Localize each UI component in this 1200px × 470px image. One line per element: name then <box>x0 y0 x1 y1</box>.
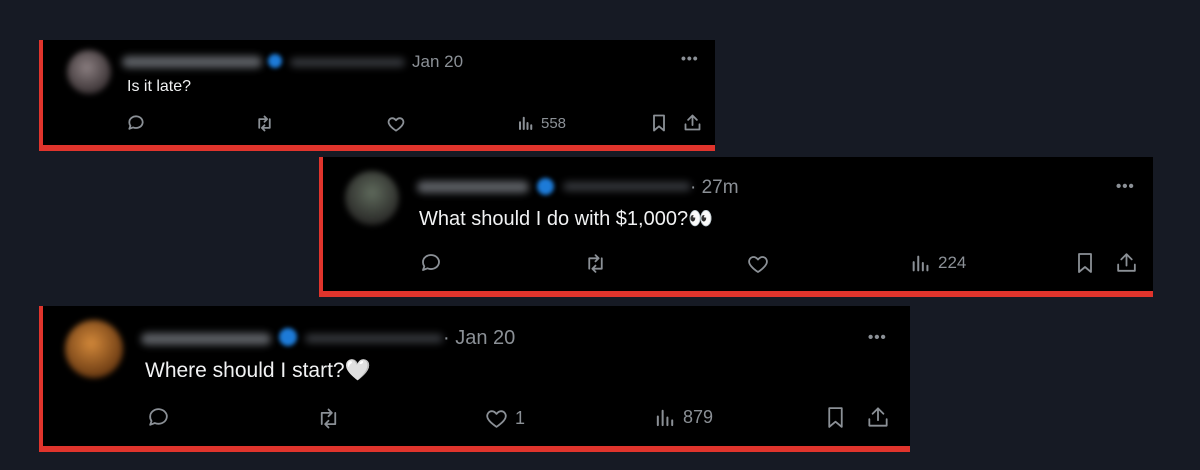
author-handle[interactable] <box>305 334 443 343</box>
share-icon <box>1114 250 1139 275</box>
more-icon[interactable]: ••• <box>681 50 699 66</box>
reply-icon <box>146 405 171 430</box>
tweet-text: Where should I start?🤍 <box>145 359 371 382</box>
like-icon <box>484 406 509 431</box>
retweet-icon <box>583 251 608 276</box>
author-handle[interactable] <box>290 58 405 67</box>
reply-icon <box>126 113 146 133</box>
author-name[interactable] <box>417 181 529 193</box>
reply-button[interactable] <box>146 405 171 430</box>
author-name[interactable] <box>141 333 271 345</box>
tweet-card[interactable]: · Jan 20 ••• Where should I start?🤍 1 87… <box>39 306 910 452</box>
tweet-card[interactable]: Jan 20 ••• Is it late? 558 <box>39 40 715 151</box>
views-count: 558 <box>541 114 567 132</box>
bookmark-icon <box>1073 251 1097 275</box>
author-handle[interactable] <box>563 182 691 191</box>
author-name[interactable] <box>122 56 262 68</box>
views-button[interactable]: 879 <box>654 406 713 429</box>
share-icon <box>865 404 891 430</box>
views-button[interactable]: 558 <box>517 114 566 132</box>
verified-badge-icon <box>279 328 297 346</box>
bookmark-button[interactable] <box>1073 251 1097 275</box>
retweet-button[interactable] <box>254 113 275 134</box>
views-button[interactable]: 224 <box>910 252 966 274</box>
share-button[interactable] <box>1114 250 1139 275</box>
timestamp[interactable]: · Jan 20 <box>443 327 515 350</box>
more-icon[interactable]: ••• <box>868 329 887 346</box>
bookmark-button[interactable] <box>649 113 669 133</box>
like-icon <box>746 252 770 276</box>
verified-badge-icon <box>537 178 554 195</box>
like-button[interactable] <box>746 252 776 276</box>
bookmark-icon <box>823 405 848 430</box>
share-icon <box>682 112 703 133</box>
avatar[interactable] <box>345 171 399 225</box>
timestamp[interactable]: Jan 20 <box>412 52 463 72</box>
verified-badge-icon <box>268 54 282 68</box>
retweet-icon <box>254 113 275 134</box>
views-count: 224 <box>938 253 967 272</box>
like-button[interactable]: 1 <box>484 406 525 431</box>
like-count: 1 <box>515 408 526 428</box>
retweet-icon <box>315 405 342 432</box>
tweet-text: What should I do with $1,000?👀 <box>419 208 713 230</box>
retweet-button[interactable] <box>315 405 342 432</box>
like-icon <box>386 114 406 134</box>
reply-button[interactable] <box>419 251 443 275</box>
timestamp[interactable]: · 27m <box>690 177 739 199</box>
retweet-button[interactable] <box>583 251 608 276</box>
views-icon <box>517 114 535 132</box>
bookmark-button[interactable] <box>823 405 848 430</box>
views-icon <box>654 406 677 429</box>
bookmark-icon <box>649 113 669 133</box>
avatar[interactable] <box>67 50 111 94</box>
tweet-card[interactable]: · 27m ••• What should I do with $1,000?👀… <box>319 157 1153 297</box>
views-count: 879 <box>683 407 714 427</box>
tweet-text: Is it late? <box>127 78 192 95</box>
avatar[interactable] <box>65 320 123 378</box>
share-button[interactable] <box>682 112 703 133</box>
views-icon <box>910 252 932 274</box>
like-button[interactable] <box>386 114 412 134</box>
reply-icon <box>419 251 443 275</box>
reply-button[interactable] <box>126 113 146 133</box>
share-button[interactable] <box>865 404 891 430</box>
more-icon[interactable]: ••• <box>1116 178 1135 195</box>
